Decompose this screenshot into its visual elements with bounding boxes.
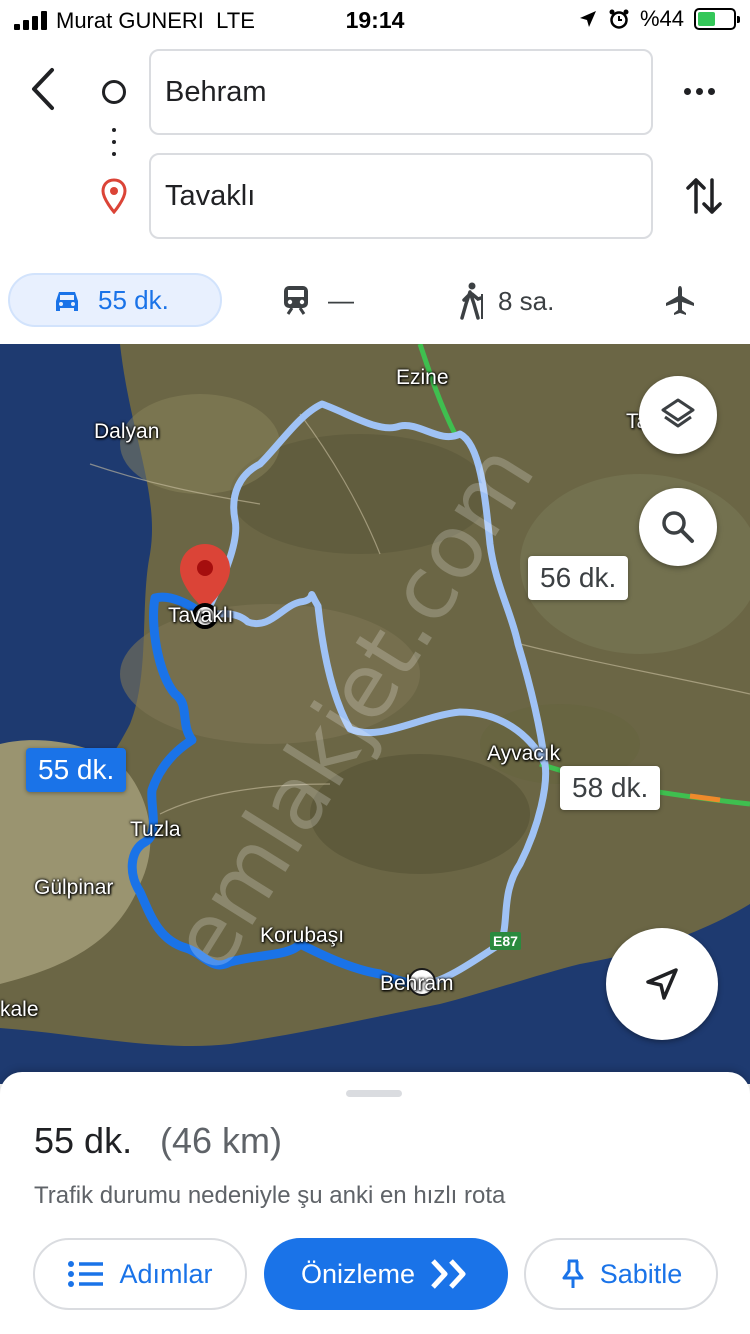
hiking-icon: [460, 282, 483, 320]
route-note: Trafik durumu nedeniyle şu anki en hızlı…: [34, 1182, 506, 1209]
layers-icon: [661, 398, 695, 428]
tab-walking-label: 8 sa.: [498, 285, 555, 316]
tab-driving-label: 55 dk.: [98, 284, 169, 315]
route-dots-icon: [112, 128, 116, 164]
route-duration: 55 dk.: [34, 1120, 133, 1161]
place-ayvacik: Ayvacık: [487, 742, 561, 765]
tab-transit-label: —: [328, 284, 354, 315]
origin-field[interactable]: Behram: [149, 49, 653, 135]
my-location-button[interactable]: [606, 928, 718, 1040]
tab-flight[interactable]: [664, 284, 696, 321]
list-icon: [68, 1261, 104, 1287]
destination-pin-icon: [101, 178, 127, 214]
tab-transit[interactable]: —: [282, 284, 354, 316]
route-summary-sheet: 55 dk. (46 km) Trafik durumu nedeniyle ş…: [0, 1072, 750, 1334]
route-label-selected[interactable]: 55 dk.: [26, 748, 127, 792]
sheet-handle[interactable]: [346, 1090, 402, 1097]
battery-percent: %44: [639, 6, 684, 31]
layers-button[interactable]: [639, 376, 717, 454]
place-ezine: Ezine: [396, 366, 449, 389]
place-behram: Behram: [380, 972, 454, 995]
more-options-icon[interactable]: [684, 88, 715, 95]
place-kale: kale: [0, 998, 39, 1021]
swap-icon[interactable]: [682, 172, 726, 220]
location-arrow-icon: [579, 11, 596, 27]
alarm-icon: [609, 9, 629, 29]
back-button[interactable]: [24, 64, 68, 114]
train-icon: [284, 286, 308, 315]
place-dalyan: Dalyan: [94, 420, 160, 443]
preview-button[interactable]: Önizleme: [264, 1238, 508, 1310]
car-icon: [56, 292, 78, 311]
pin-button-label: Sabitle: [599, 1258, 683, 1289]
route-distance: (46 km): [160, 1120, 283, 1161]
tab-walking[interactable]: 8 sa.: [458, 282, 554, 320]
preview-button-label: Önizleme: [300, 1258, 416, 1289]
status-bar: Murat GUNERI LTE 19:14 %44: [0, 0, 750, 44]
steps-button[interactable]: Adımlar: [33, 1238, 247, 1310]
origin-circle-icon: [102, 80, 126, 104]
place-tavakli: Tavaklı: [168, 604, 234, 627]
battery-icon: [694, 8, 740, 30]
search-button[interactable]: [639, 488, 717, 566]
tab-driving[interactable]: 55 dk.: [8, 273, 222, 327]
steps-button-label: Adımlar: [119, 1258, 213, 1289]
pin-button[interactable]: Sabitle: [524, 1238, 718, 1310]
airplane-icon: [666, 286, 694, 315]
place-gulpinar: Gülpinar: [34, 876, 114, 899]
place-tuzla: Tuzla: [130, 818, 181, 841]
navigation-arrow-icon: [646, 968, 678, 1000]
double-chevron-right-icon: [431, 1259, 466, 1289]
destination-field[interactable]: Tavaklı: [149, 153, 653, 239]
chevron-left-icon: [32, 68, 54, 110]
route-label-alt-2[interactable]: 58 dk.: [560, 766, 661, 810]
pin-icon: [562, 1259, 584, 1288]
search-icon: [662, 511, 694, 543]
road-shield-e87: E87: [490, 932, 521, 950]
route-label-alt-1[interactable]: 56 dk.: [528, 556, 629, 600]
